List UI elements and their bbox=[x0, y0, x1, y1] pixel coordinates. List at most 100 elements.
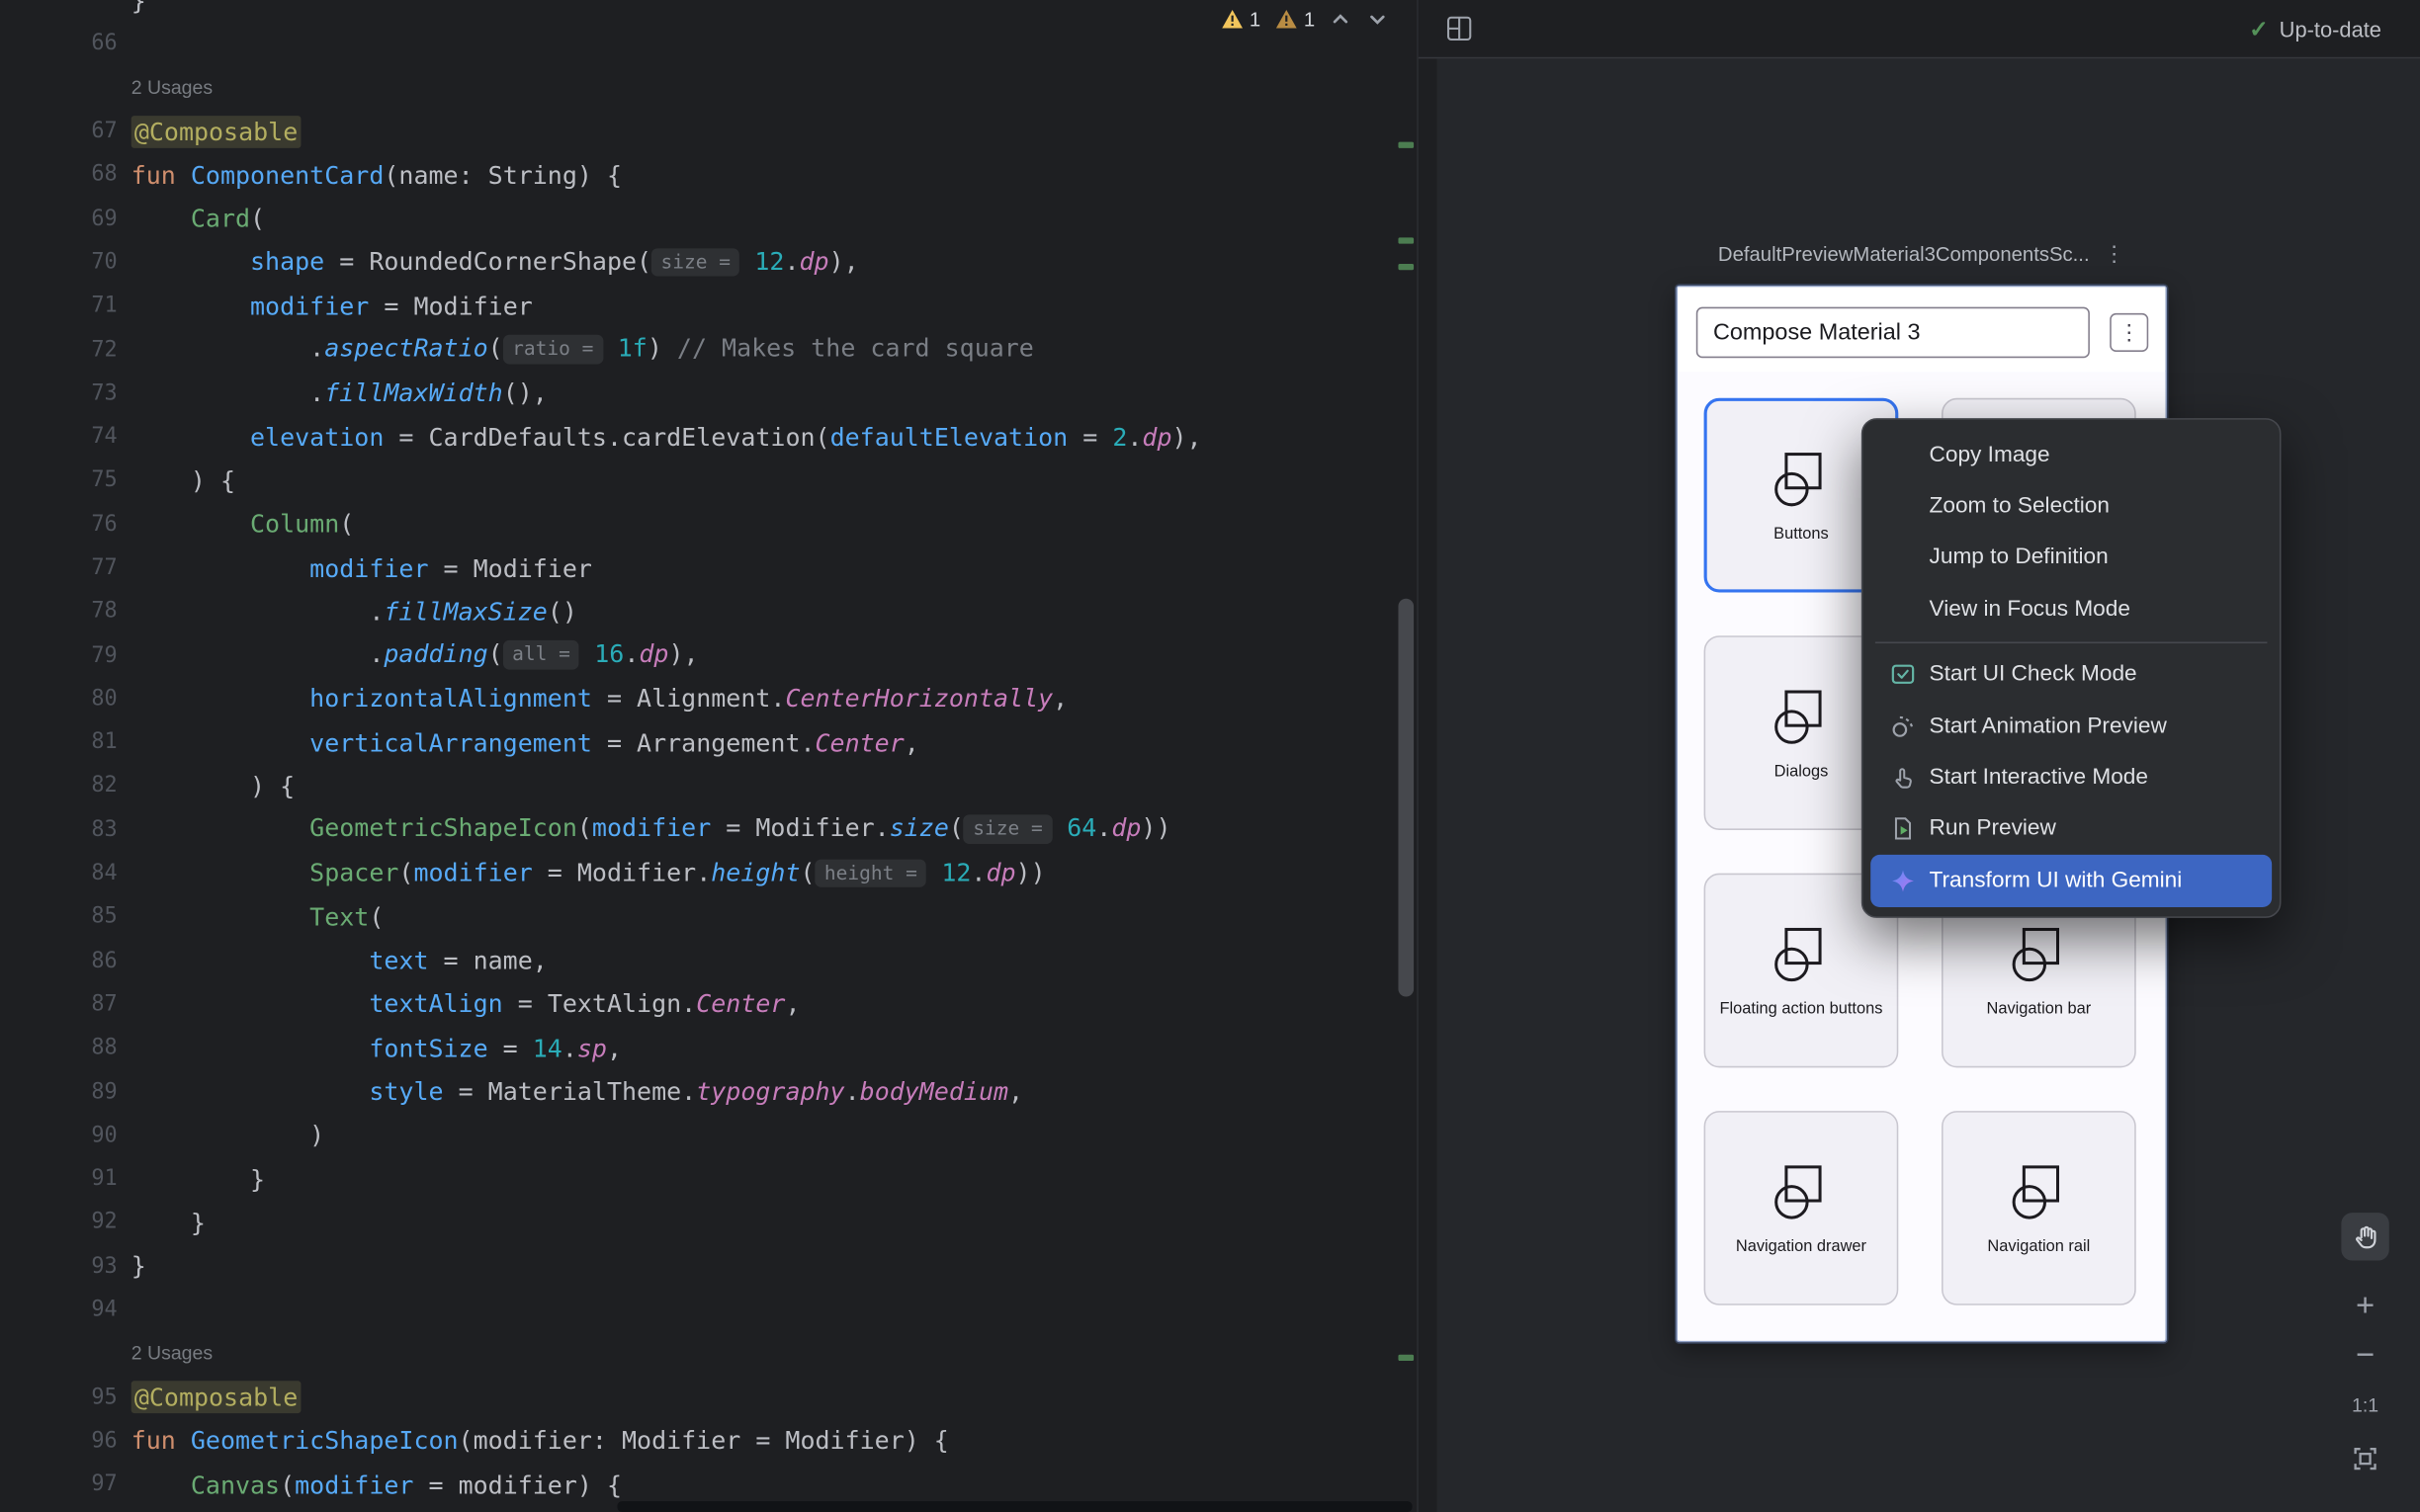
code-line[interactable]: 71 modifier = Modifier bbox=[0, 284, 1395, 327]
code-token: modifier bbox=[592, 813, 711, 843]
zoom-in-button[interactable]: + bbox=[2341, 1285, 2388, 1328]
editor-horizontal-scrollbar[interactable] bbox=[617, 1501, 1412, 1512]
component-card-navigation-drawer[interactable]: Navigation drawer bbox=[1704, 1111, 1899, 1305]
app-title: Compose Material 3 bbox=[1713, 319, 1921, 346]
preview-canvas[interactable]: DefaultPreviewMaterial3ComponentsSc... ⋮… bbox=[1436, 58, 2420, 1512]
code-line[interactable]: 2 Usages bbox=[0, 65, 1395, 109]
code-line[interactable]: 82 ) { bbox=[0, 764, 1395, 807]
code-token bbox=[131, 553, 309, 583]
line-number: 76 bbox=[0, 512, 118, 537]
preview-layout-icon[interactable] bbox=[1444, 14, 1474, 43]
previous-problem-icon[interactable] bbox=[1329, 8, 1351, 31]
code-line[interactable]: 67@Composable bbox=[0, 110, 1395, 153]
code-line[interactable]: 92 } bbox=[0, 1201, 1395, 1244]
menu-item-start-interactive-mode[interactable]: Start Interactive Mode bbox=[1870, 752, 2272, 803]
menu-item-zoom-to-selection[interactable]: Zoom to Selection bbox=[1870, 480, 2272, 532]
code-line[interactable]: 77 modifier = Modifier bbox=[0, 546, 1395, 589]
code-line[interactable]: 97 Canvas(modifier = modifier) { bbox=[0, 1463, 1395, 1506]
code-token: , bbox=[905, 727, 919, 757]
code-token: = bbox=[384, 422, 428, 452]
code-token: . bbox=[562, 1034, 577, 1063]
code-line[interactable]: 69 Card( bbox=[0, 197, 1395, 240]
code-line[interactable]: 89 style = MaterialTheme.typography.body… bbox=[0, 1070, 1395, 1114]
weak-warning-badge[interactable]: 1 bbox=[1274, 8, 1315, 31]
code-line[interactable]: 83 GeometricShapeIcon(modifier = Modifie… bbox=[0, 808, 1395, 852]
menu-item-start-animation-preview[interactable]: Start Animation Preview bbox=[1870, 701, 2272, 752]
code-line[interactable]: 93} bbox=[0, 1244, 1395, 1288]
code-token: modifier bbox=[413, 858, 532, 887]
code-line[interactable]: 72 .aspectRatio(ratio = 1f) // Makes the… bbox=[0, 328, 1395, 372]
menu-item-view-in-focus-mode[interactable]: View in Focus Mode bbox=[1870, 583, 2272, 634]
code-line[interactable]: 96fun GeometricShapeIcon(modifier: Modif… bbox=[0, 1419, 1395, 1463]
code-line[interactable]: 84 Spacer(modifier = Modifier.height(hei… bbox=[0, 852, 1395, 895]
code-line[interactable]: 68fun ComponentCard(name: String) { bbox=[0, 153, 1395, 197]
menu-item-copy-image[interactable]: Copy Image bbox=[1870, 429, 2272, 480]
code-line[interactable]: } bbox=[0, 0, 1395, 22]
component-card-navigation-rail[interactable]: Navigation rail bbox=[1942, 1111, 2136, 1305]
line-number: 96 bbox=[0, 1429, 118, 1454]
code-line[interactable]: 78 .fillMaxSize() bbox=[0, 590, 1395, 633]
line-number: 79 bbox=[0, 642, 118, 667]
code-line[interactable]: 76 Column( bbox=[0, 502, 1395, 546]
code-line[interactable]: 85 Text( bbox=[0, 895, 1395, 939]
code-token: 64 bbox=[1067, 813, 1096, 843]
menu-item-run-preview[interactable]: Run Preview bbox=[1870, 803, 2272, 855]
code-line[interactable]: 2 Usages bbox=[0, 1332, 1395, 1376]
code-token: dp bbox=[986, 858, 1015, 887]
menu-item-label: Zoom to Selection bbox=[1930, 494, 2110, 519]
code-token: GeometricShapeIcon bbox=[191, 1426, 459, 1456]
code-line[interactable]: 75 ) { bbox=[0, 459, 1395, 502]
zoom-out-button[interactable]: − bbox=[2341, 1334, 2388, 1378]
inspections-widget[interactable]: 1 1 bbox=[1220, 8, 1389, 31]
app-title-field[interactable]: Compose Material 3 bbox=[1696, 307, 2090, 359]
code-token: ), bbox=[829, 246, 859, 276]
code-line[interactable]: 91 } bbox=[0, 1157, 1395, 1201]
code-text: } bbox=[118, 1208, 206, 1237]
line-number: 95 bbox=[0, 1385, 118, 1409]
menu-item-transform-ui-with-gemini[interactable]: Transform UI with Gemini bbox=[1870, 855, 2272, 906]
code-line[interactable]: 70 shape = RoundedCornerShape(size = 12.… bbox=[0, 240, 1395, 284]
next-problem-icon[interactable] bbox=[1366, 8, 1389, 31]
code-line[interactable]: 66 bbox=[0, 22, 1395, 65]
code-token: Modifier bbox=[413, 292, 532, 321]
code-token: . bbox=[1127, 422, 1142, 452]
code-line[interactable]: 88 fontSize = 14.sp, bbox=[0, 1026, 1395, 1069]
code-line[interactable]: 81 verticalArrangement = Arrangement.Cen… bbox=[0, 720, 1395, 764]
code-line[interactable]: 73 .fillMaxWidth(), bbox=[0, 372, 1395, 415]
code-token: ) { bbox=[131, 772, 295, 801]
code-line[interactable]: 87 textAlign = TextAlign.Center, bbox=[0, 982, 1395, 1026]
warning-badge[interactable]: 1 bbox=[1220, 8, 1260, 31]
code-token: , bbox=[1053, 684, 1068, 714]
usages-hint[interactable]: 2 Usages bbox=[118, 77, 214, 99]
code-token: dp bbox=[800, 246, 829, 276]
code-token: = modifier) { bbox=[413, 1470, 622, 1499]
code-line[interactable]: 95@Composable bbox=[0, 1376, 1395, 1419]
zoom-to-fit-button[interactable] bbox=[2341, 1436, 2388, 1479]
editor-vertical-scrollbar[interactable] bbox=[1398, 599, 1414, 997]
zoom-actual-size-button[interactable]: 1:1 bbox=[2341, 1384, 2388, 1427]
code-line[interactable]: 80 horizontalAlignment = Alignment.Cente… bbox=[0, 677, 1395, 720]
code-editor[interactable]: }662 Usages67@Composable68fun ComponentC… bbox=[0, 0, 1417, 1512]
pan-tool-button[interactable] bbox=[2341, 1213, 2388, 1260]
code-token: bodyMedium bbox=[860, 1077, 1008, 1107]
code-line[interactable]: 74 elevation = CardDefaults.cardElevatio… bbox=[0, 415, 1395, 459]
menu-item-jump-to-definition[interactable]: Jump to Definition bbox=[1870, 532, 2272, 583]
app-menu-button[interactable]: ⋮ bbox=[2110, 313, 2148, 352]
code-line[interactable]: 94 bbox=[0, 1288, 1395, 1331]
preview-toolbar: ✓ Up-to-date bbox=[1419, 0, 2420, 58]
code-token: verticalArrangement bbox=[309, 727, 592, 757]
preview-kebab-icon[interactable]: ⋮ bbox=[2104, 241, 2125, 268]
code-token: = name, bbox=[428, 946, 547, 975]
usages-hint[interactable]: 2 Usages bbox=[118, 1343, 214, 1365]
line-number: 68 bbox=[0, 162, 118, 187]
menu-item-start-ui-check-mode[interactable]: Start UI Check Mode bbox=[1870, 649, 2272, 701]
code-token: . bbox=[784, 246, 799, 276]
line-number: 81 bbox=[0, 730, 118, 755]
code-token: shape bbox=[250, 246, 324, 276]
code-line[interactable]: 90 ) bbox=[0, 1114, 1395, 1157]
code-token bbox=[131, 422, 250, 452]
code-line[interactable]: 79 .padding(all = 16.dp), bbox=[0, 633, 1395, 677]
code-token: Modifier. bbox=[755, 813, 889, 843]
code-token: = bbox=[324, 246, 369, 276]
code-line[interactable]: 86 text = name, bbox=[0, 939, 1395, 982]
